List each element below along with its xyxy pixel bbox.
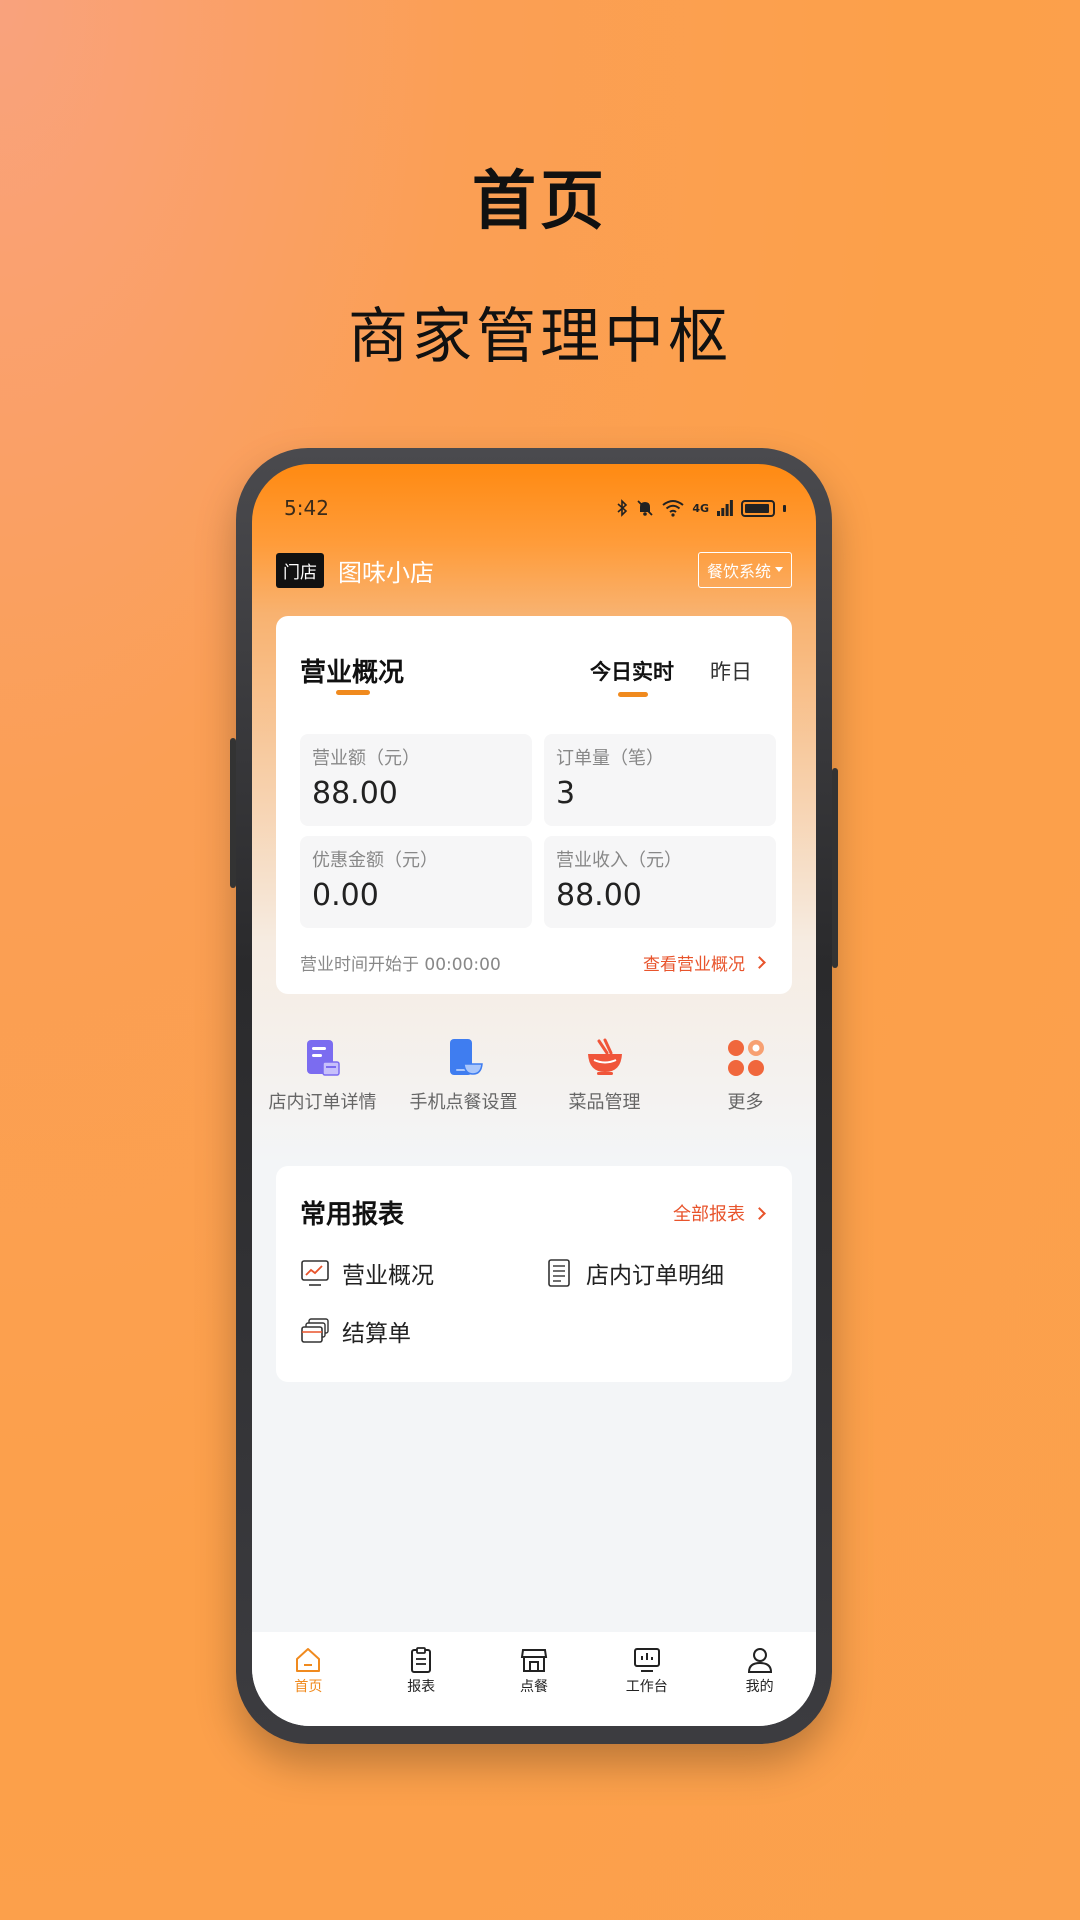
metric-value: 0.00 xyxy=(312,878,379,913)
quick-action-label: 菜品管理 xyxy=(568,1092,641,1113)
bluetooth-icon xyxy=(617,499,628,517)
metric-label: 营业收入（元） xyxy=(556,850,682,871)
view-overview-label: 查看营业概况 xyxy=(643,955,745,975)
quick-action-label: 手机点餐设置 xyxy=(409,1092,518,1113)
monitor-icon xyxy=(633,1648,660,1672)
network-type: 4G xyxy=(692,501,709,515)
metric-label: 优惠金额（元） xyxy=(312,850,438,871)
metric-value: 88.00 xyxy=(556,878,642,913)
metric-value: 3 xyxy=(556,776,576,811)
tab-home[interactable]: 首页 xyxy=(252,1646,365,1726)
app-screen: 5:42 4G 门店 图味小店 餐饮系统 营业概况 今日实时 昨日 营业额（元）… xyxy=(252,464,816,1726)
report-settlement[interactable]: 结算单 xyxy=(300,1314,411,1348)
order-detail-icon xyxy=(306,1040,340,1076)
chevron-right-icon xyxy=(753,956,766,969)
report-business-overview[interactable]: 营业概况 xyxy=(300,1256,434,1290)
phone-order-icon xyxy=(449,1039,483,1075)
metric-value: 88.00 xyxy=(312,776,398,811)
tab-label: 首页 xyxy=(294,1679,323,1695)
chevron-right-icon xyxy=(753,1206,766,1220)
overview-title-underline xyxy=(336,690,370,695)
tab-label: 报表 xyxy=(407,1679,436,1695)
user-icon xyxy=(747,1648,772,1673)
home-icon xyxy=(296,1648,321,1672)
quick-action-label: 更多 xyxy=(727,1092,764,1113)
wifi-icon xyxy=(662,500,684,517)
metric-label: 订单量（笔） xyxy=(556,748,664,769)
status-icons: 4G xyxy=(616,499,786,517)
store-header: 门店 图味小店 餐饮系统 xyxy=(276,550,792,590)
signal-icon xyxy=(717,500,733,516)
system-select[interactable]: 餐饮系统 xyxy=(697,552,792,588)
tab-today-realtime[interactable]: 今日实时 xyxy=(590,656,674,686)
status-time: 5:42 xyxy=(284,496,329,520)
metric-revenue[interactable]: 营业额（元） 88.00 xyxy=(300,734,532,826)
caret-down-icon xyxy=(775,567,783,572)
status-bar: 5:42 4G xyxy=(252,464,816,534)
clipboard-icon xyxy=(411,1647,432,1673)
metric-income[interactable]: 营业收入（元） 88.00 xyxy=(544,836,776,928)
all-reports-label: 全部报表 xyxy=(673,1204,745,1225)
business-overview-card: 营业概况 今日实时 昨日 营业额（元） 88.00 订单量（笔） 3 优惠金额（… xyxy=(276,616,792,994)
phone-volume-button xyxy=(832,768,838,968)
battery-icon xyxy=(741,499,775,517)
report-label: 结算单 xyxy=(342,1321,411,1347)
quick-action-more[interactable]: 更多 xyxy=(675,1038,816,1138)
overview-title: 营业概况 xyxy=(300,658,405,688)
tab-mine[interactable]: 我的 xyxy=(703,1646,816,1726)
store-name: 图味小店 xyxy=(338,558,434,587)
reports-title: 常用报表 xyxy=(300,1200,405,1230)
mute-bell-icon xyxy=(637,500,653,516)
business-start-time: 营业时间开始于 00:00:00 xyxy=(300,955,501,975)
tab-yesterday[interactable]: 昨日 xyxy=(710,656,752,686)
cards-stack-icon xyxy=(301,1318,329,1343)
quick-action-dish-management[interactable]: 菜品管理 xyxy=(534,1038,675,1138)
store-info[interactable]: 门店 图味小店 xyxy=(276,552,434,588)
tab-label: 点餐 xyxy=(519,1679,548,1695)
quick-action-order-detail[interactable]: 店内订单详情 xyxy=(252,1038,393,1138)
more-grid-icon xyxy=(727,1040,764,1076)
quick-action-phone-order[interactable]: 手机点餐设置 xyxy=(393,1038,534,1138)
dish-bowl-icon xyxy=(587,1038,622,1075)
storefront-icon xyxy=(520,1649,548,1672)
store-tag: 门店 xyxy=(276,552,324,588)
battery-tip xyxy=(783,504,786,512)
tab-label: 工作台 xyxy=(625,1679,668,1695)
common-reports-card: 常用报表 全部报表 营业概况 店内订单明细 结算单 xyxy=(276,1166,792,1382)
tab-order[interactable]: 点餐 xyxy=(478,1646,591,1726)
phone-frame: 5:42 4G 门店 图味小店 餐饮系统 营业概况 今日实时 昨日 营业额（元）… xyxy=(230,448,838,1744)
view-overview-link[interactable]: 查看营业概况 xyxy=(643,950,766,975)
quick-action-label: 店内订单详情 xyxy=(268,1092,377,1113)
monitor-chart-icon xyxy=(301,1260,329,1286)
tab-workbench[interactable]: 工作台 xyxy=(590,1646,703,1726)
metric-discount[interactable]: 优惠金额（元） 0.00 xyxy=(300,836,532,928)
system-select-label: 餐饮系统 xyxy=(706,562,771,581)
document-list-icon xyxy=(548,1259,570,1287)
all-reports-link[interactable]: 全部报表 xyxy=(673,1200,766,1226)
report-order-detail[interactable]: 店内订单明细 xyxy=(544,1256,724,1290)
phone-side-button xyxy=(230,738,236,888)
report-label: 店内订单明细 xyxy=(586,1263,724,1289)
tab-label: 我的 xyxy=(745,1679,774,1695)
metric-order-count[interactable]: 订单量（笔） 3 xyxy=(544,734,776,826)
quick-actions: 店内订单详情 手机点餐设置 菜品管理 更多 xyxy=(252,1038,816,1138)
tab-reports[interactable]: 报表 xyxy=(365,1646,478,1726)
metric-label: 营业额（元） xyxy=(312,748,420,769)
tab-active-underline xyxy=(618,692,648,697)
promo-subtitle: 商家管理中枢 xyxy=(348,302,732,372)
report-label: 营业概况 xyxy=(342,1263,434,1289)
bottom-tab-bar: 首页 报表 点餐 工作台 我的 xyxy=(252,1632,816,1726)
promo-title: 首页 xyxy=(472,165,608,239)
